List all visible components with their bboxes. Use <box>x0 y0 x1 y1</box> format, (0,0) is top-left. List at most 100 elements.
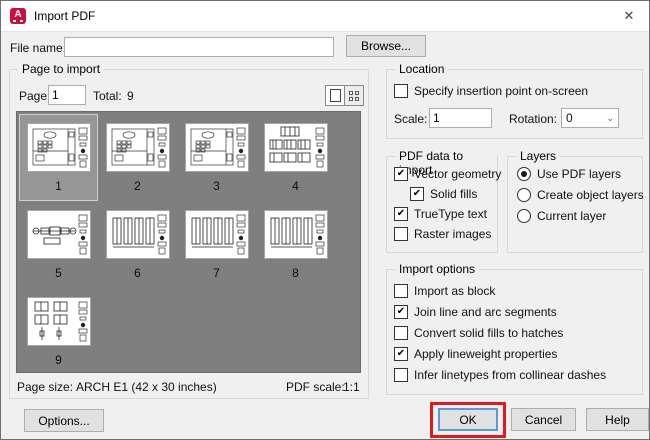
pdf-page-thumbnail-7[interactable]: 7 <box>177 201 256 288</box>
page-size-label: Page size: <box>17 380 73 394</box>
pdf-page-thumbnail-4[interactable]: 4 <box>256 114 335 201</box>
checkbox-label: Vector geometry <box>414 167 501 181</box>
pdf-page-thumbnail-8[interactable]: 8 <box>256 201 335 288</box>
page-number: 9 <box>55 353 62 367</box>
checkbox-import-as-block[interactable]: Import as block <box>394 284 606 298</box>
page-number: 1 <box>55 179 62 193</box>
pdf-page-thumbnail-5[interactable]: 5 <box>19 201 98 288</box>
help-button[interactable]: Help <box>586 408 649 431</box>
page-preview <box>106 210 170 259</box>
checkbox-infer-linetypes-from-collinear-dashes[interactable]: Infer linetypes from collinear dashes <box>394 368 606 382</box>
title-bar: A Import PDF ✕ <box>1 1 649 32</box>
total-label: Total: <box>93 89 122 103</box>
checkbox-label: Apply lineweight properties <box>414 347 557 361</box>
window-title: Import PDF <box>34 9 95 23</box>
checkbox-solid-fills[interactable]: ✔ Solid fills <box>410 187 501 201</box>
group-title: Page to import <box>18 62 104 76</box>
pdf-data-list: ✔ Vector geometry ✔ Solid fills ✔ TrueType te… <box>394 167 501 247</box>
page-number: 6 <box>134 266 141 280</box>
radio-current-layer[interactable]: Current layer <box>517 209 644 223</box>
page-preview <box>264 123 328 172</box>
checkbox-label: Convert solid fills to hatches <box>414 326 563 340</box>
radio-dot-icon <box>517 209 531 223</box>
checkbox-box-icon <box>394 284 408 298</box>
total-value: 9 <box>127 89 134 103</box>
checkbox-label: Raster images <box>414 227 491 241</box>
checkbox-convert-solid-fills-to-hatches[interactable]: Convert solid fills to hatches <box>394 326 606 340</box>
checkbox-label: Specify insertion point on-screen <box>414 84 588 98</box>
logo-letter: A <box>14 9 21 20</box>
checkbox-label: Solid fills <box>430 187 477 201</box>
pdf-page-thumbnail-6[interactable]: 6 <box>98 201 177 288</box>
checkbox-box-icon: ✔ <box>394 167 408 181</box>
file-name-input[interactable] <box>64 37 334 57</box>
page-preview <box>185 123 249 172</box>
pdf-page-thumbnail-2[interactable]: 2 <box>98 114 177 201</box>
pdf-page-thumbnail-1[interactable]: 1 <box>19 114 98 201</box>
page-number: 3 <box>213 179 220 193</box>
autocad-logo-icon: A <box>10 8 26 24</box>
checkbox-label: Join line and arc segments <box>414 305 557 319</box>
page-label: Page: <box>19 89 50 103</box>
thumbnail-grid: 1 2 3 4 5 6 7 8 9 <box>17 112 360 373</box>
group-title: Location <box>395 62 448 76</box>
insertion-checkbox-holder: Specify insertion point on-screen <box>394 84 588 105</box>
checkbox-box-icon <box>394 368 408 382</box>
checkbox-apply-lineweight-properties[interactable]: ✔ Apply lineweight properties <box>394 347 606 361</box>
rotation-value: 0 <box>566 111 573 125</box>
page-number: 8 <box>292 266 299 280</box>
radio-dot-icon <box>517 188 531 202</box>
page-preview <box>27 210 91 259</box>
checkbox-raster-images[interactable]: Raster images <box>394 227 501 241</box>
browse-button[interactable]: Browse... <box>346 35 426 57</box>
group-title: Import options <box>395 262 479 276</box>
import-pdf-dialog: A Import PDF ✕ File name: Browse... Page… <box>0 0 650 440</box>
single-page-view-icon[interactable] <box>325 85 345 106</box>
checkbox-label: TrueType text <box>414 207 487 221</box>
pdf-scale-label: PDF scale: <box>286 380 345 394</box>
chevron-down-icon: ⌄ <box>606 113 614 124</box>
checkbox-box-icon <box>394 84 408 98</box>
page-number: 2 <box>134 179 141 193</box>
page-preview <box>27 123 91 172</box>
checkbox-box-icon: ✔ <box>394 207 408 221</box>
radio-label: Use PDF layers <box>537 167 621 181</box>
radio-dot-icon <box>517 167 531 181</box>
radio-label: Current layer <box>537 209 606 223</box>
page-preview <box>106 123 170 172</box>
checkbox-box-icon: ✔ <box>394 305 408 319</box>
radio-create-object-layers[interactable]: Create object layers <box>517 188 644 202</box>
page-preview <box>185 210 249 259</box>
checkbox-box-icon: ✔ <box>394 347 408 361</box>
scale-label: Scale: <box>394 112 427 126</box>
scale-input[interactable] <box>429 108 492 128</box>
checkbox-join-line-and-arc-segments[interactable]: ✔ Join line and arc segments <box>394 305 606 319</box>
checkbox-label: Import as block <box>414 284 495 298</box>
page-number: 7 <box>213 266 220 280</box>
rotation-label: Rotation: <box>509 112 557 126</box>
logo-bar <box>13 20 23 22</box>
layers-list: Use PDF layers Create object layers Curren… <box>517 167 644 230</box>
radio-use-pdf-layers[interactable]: Use PDF layers <box>517 167 644 181</box>
page-number: 4 <box>292 179 299 193</box>
rotation-select[interactable]: 0 ⌄ <box>561 108 619 128</box>
checkbox-vector-geometry[interactable]: ✔ Vector geometry <box>394 167 501 181</box>
grid-view-icon[interactable] <box>345 85 364 106</box>
cancel-button[interactable]: Cancel <box>511 408 576 431</box>
checkbox-box-icon <box>394 326 408 340</box>
ok-button[interactable]: OK <box>438 408 498 431</box>
options-button[interactable]: Options... <box>24 409 104 432</box>
close-icon[interactable]: ✕ <box>609 1 649 31</box>
pdf-page-thumbnail-9[interactable]: 9 <box>19 288 98 373</box>
checkbox-truetype-text[interactable]: ✔ TrueType text <box>394 207 501 221</box>
page-number-input[interactable] <box>48 85 86 105</box>
radio-label: Create object layers <box>537 188 644 202</box>
checkbox-box-icon <box>394 227 408 241</box>
file-name-label: File name: <box>10 41 66 55</box>
page-preview <box>27 297 91 346</box>
checkbox-box-icon: ✔ <box>410 187 424 201</box>
page-preview <box>264 210 328 259</box>
pdf-page-thumbnail-3[interactable]: 3 <box>177 114 256 201</box>
checkbox-specify-insertion-point-on-screen[interactable]: Specify insertion point on-screen <box>394 84 588 98</box>
checkbox-label: Infer linetypes from collinear dashes <box>414 368 606 382</box>
